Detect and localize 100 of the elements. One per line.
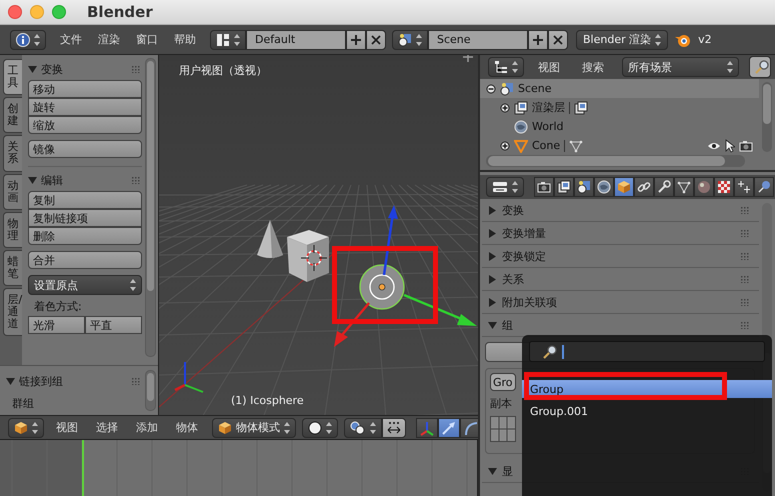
scrollbar[interactable] xyxy=(145,370,156,411)
display-filter-dropdown[interactable]: 所有场景 xyxy=(622,57,739,77)
search-icon xyxy=(754,59,770,75)
tool-button[interactable]: 删除 xyxy=(28,227,142,245)
properties-tab[interactable] xyxy=(554,177,574,197)
outliner-row[interactable]: 渲染层 xyxy=(480,98,759,117)
tool-button[interactable]: 镜像 xyxy=(28,140,142,158)
scrollbar[interactable] xyxy=(486,155,745,167)
properties-tab[interactable] xyxy=(734,177,754,197)
tool-tab[interactable]: 关系 xyxy=(3,135,22,172)
menu-item[interactable]: Group.001 xyxy=(522,402,772,420)
menu-item[interactable]: 添加 xyxy=(132,420,162,435)
menu-item[interactable]: 渲染 xyxy=(94,32,124,47)
properties-tab[interactable] xyxy=(694,177,714,197)
scrollbar[interactable] xyxy=(762,82,772,152)
layout-dropdown[interactable] xyxy=(210,30,246,50)
menu-item[interactable]: 窗口 xyxy=(132,32,162,47)
panel-title: 变换锁定 xyxy=(502,248,547,264)
expand-toggle-icon[interactable] xyxy=(486,84,496,94)
snap-toggle[interactable] xyxy=(382,418,406,438)
menu-item[interactable]: 视图 xyxy=(534,60,564,74)
panel-title: 编辑 xyxy=(41,172,64,188)
tree-item-label[interactable]: Cone xyxy=(532,139,560,152)
add-button[interactable] xyxy=(346,30,366,50)
editor-type-dropdown[interactable] xyxy=(8,418,44,438)
panel-header[interactable]: 变换增量 xyxy=(482,222,759,245)
tree-item-label[interactable]: World xyxy=(532,120,564,133)
tool-button[interactable]: 复制链接项 xyxy=(28,209,142,227)
tree-item-label[interactable]: Scene xyxy=(518,82,552,95)
outliner-row[interactable]: Cone xyxy=(480,136,759,155)
sphere-drawing xyxy=(359,264,405,310)
manipulator-toggle[interactable] xyxy=(416,418,438,438)
properties-tab[interactable] xyxy=(534,177,554,197)
group-name-field[interactable]: Gro xyxy=(490,373,516,391)
sphere-icon xyxy=(308,420,322,434)
menu-item[interactable]: 物体 xyxy=(172,420,202,435)
tool-tab[interactable]: 创建 xyxy=(3,97,22,134)
shading-dropdown[interactable] xyxy=(302,418,338,438)
active-object-label: (1) Icosphere xyxy=(231,394,304,407)
editor-type-dropdown[interactable] xyxy=(488,57,524,77)
properties-tab[interactable] xyxy=(634,177,654,197)
properties-tab[interactable] xyxy=(614,177,634,197)
search-field[interactable] xyxy=(529,341,765,362)
menu-item[interactable]: 搜索 xyxy=(578,60,608,74)
view-name-label: 用户视图（透视） xyxy=(179,63,267,78)
shading-toggle[interactable]: 平直 xyxy=(85,316,142,334)
tool-button[interactable]: 合并 xyxy=(28,251,142,269)
properties-tab[interactable] xyxy=(754,177,774,197)
ball-icon xyxy=(757,180,771,194)
expand-toggle-icon[interactable] xyxy=(500,102,510,112)
manipulator-toggle[interactable] xyxy=(460,418,478,438)
menu-item[interactable]: 选择 xyxy=(92,420,122,435)
outliner-row[interactable]: World xyxy=(480,117,759,136)
tool-button[interactable]: 复制 xyxy=(28,191,142,209)
delete-button[interactable] xyxy=(366,30,386,50)
scrollbar[interactable] xyxy=(145,58,156,357)
manipulator-toggle[interactable] xyxy=(438,418,460,438)
scene-icon xyxy=(500,82,514,96)
tool-tab[interactable]: 物理 xyxy=(3,212,22,248)
panel-header[interactable]: 变换 xyxy=(482,199,759,222)
properties-tab[interactable] xyxy=(654,177,674,197)
tool-tab[interactable]: 工具 xyxy=(3,59,22,96)
scene-field[interactable]: Scene xyxy=(428,30,528,50)
menu-item[interactable]: 文件 xyxy=(56,32,86,47)
pivot-dropdown[interactable] xyxy=(344,418,382,438)
updown-arrows-icon xyxy=(512,181,518,193)
panel-header[interactable]: 变换锁定 xyxy=(482,245,759,268)
add-button[interactable] xyxy=(528,30,548,50)
panel-header[interactable]: 关系 xyxy=(482,268,759,291)
menu-item[interactable]: 视图 xyxy=(52,420,82,435)
close-icon xyxy=(370,34,382,46)
editor-type-dropdown[interactable] xyxy=(10,30,46,50)
delete-button[interactable] xyxy=(548,30,568,50)
updown-arrows-icon xyxy=(130,279,136,291)
tree-item-label[interactable]: 渲染层 xyxy=(532,100,565,115)
search-field[interactable] xyxy=(749,56,771,78)
outliner-row[interactable]: Scene xyxy=(480,79,759,98)
origin-dropdown[interactable]: 设置原点 xyxy=(28,275,142,295)
tool-button[interactable]: 旋转 xyxy=(28,98,142,116)
panel-header[interactable]: 附加关联项 xyxy=(482,291,759,314)
scene-dropdown[interactable] xyxy=(392,30,428,50)
tool-tab[interactable]: 动画 xyxy=(3,174,22,210)
tool-tab[interactable]: 蜡笔 xyxy=(3,250,22,286)
screen-layout-field[interactable]: Default xyxy=(246,30,346,50)
tool-tab[interactable]: 层/通道 xyxy=(3,288,22,336)
shading-toggle[interactable]: 光滑 xyxy=(28,316,85,334)
properties-tab[interactable] xyxy=(714,177,734,197)
tool-button[interactable]: 移动 xyxy=(28,80,142,98)
properties-tab[interactable] xyxy=(674,177,694,197)
menu-item[interactable]: 帮助 xyxy=(170,32,200,47)
close-window-button[interactable] xyxy=(8,5,22,19)
properties-tab[interactable] xyxy=(574,177,594,197)
properties-tab[interactable] xyxy=(594,177,614,197)
expand-toggle-icon[interactable] xyxy=(500,140,510,150)
tool-button[interactable]: 缩放 xyxy=(28,116,142,134)
text-cursor xyxy=(562,344,564,358)
plus-icon xyxy=(350,34,362,46)
render-engine-dropdown[interactable]: Blender 渲染 xyxy=(576,30,668,50)
editor-type-dropdown[interactable] xyxy=(486,177,524,197)
mode-dropdown[interactable]: 物体模式 xyxy=(212,418,296,438)
